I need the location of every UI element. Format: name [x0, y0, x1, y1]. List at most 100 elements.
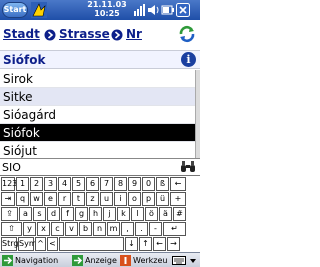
- keyboard-key[interactable]: <: [47, 237, 58, 251]
- keyboard-row: Strg Sym ^ < ↓ ↑ ← →: [0, 237, 200, 252]
- signal-icon[interactable]: [133, 3, 146, 17]
- time-label: 10:25: [94, 9, 120, 18]
- place-list: Sirok Sitke Sióagárd Siófok Siójut: [0, 70, 195, 160]
- keyboard-key[interactable]: n: [93, 222, 106, 236]
- keyboard-key[interactable]: 7: [100, 177, 113, 191]
- keyboard-key[interactable]: ^: [35, 237, 46, 251]
- keyboard-key[interactable]: ß: [156, 177, 169, 191]
- keyboard-key[interactable]: 5: [72, 177, 85, 191]
- refresh-icon[interactable]: [178, 25, 196, 43]
- keyboard-row: ⇥ q w e r t z u i o p ü +: [0, 192, 200, 207]
- start-button[interactable]: Start: [2, 2, 28, 18]
- chevron-right-icon: [44, 29, 56, 41]
- keyboard-key[interactable]: q: [16, 192, 29, 206]
- keyboard-key[interactable]: -: [149, 222, 162, 236]
- keyboard-key[interactable]: 3: [44, 177, 57, 191]
- keyboard-key[interactable]: b: [79, 222, 92, 236]
- binoculars-icon[interactable]: [180, 160, 196, 173]
- menu-anzeige[interactable]: Anzeige: [85, 253, 117, 267]
- keyboard-key[interactable]: .: [135, 222, 148, 236]
- breadcrumb-city[interactable]: Stadt: [3, 27, 40, 41]
- keyboard-icon[interactable]: [172, 255, 186, 266]
- keyboard-key[interactable]: ⇥: [1, 192, 15, 206]
- keyboard-key[interactable]: i: [114, 192, 127, 206]
- keyboard-key[interactable]: ←: [153, 237, 166, 251]
- date-label: 21.11.03: [87, 0, 127, 9]
- keyboard-key[interactable]: j: [103, 207, 116, 221]
- breadcrumb-street[interactable]: Strasse: [59, 27, 110, 41]
- battery-icon[interactable]: [161, 3, 174, 17]
- keyboard-key[interactable]: ü: [156, 192, 169, 206]
- keyboard-key[interactable]: v: [65, 222, 78, 236]
- chevron-right-icon: [111, 29, 123, 41]
- keyboard-key[interactable]: a: [19, 207, 32, 221]
- keyboard-key[interactable]: ⇧: [1, 222, 22, 236]
- keyboard-key[interactable]: Sym: [18, 237, 37, 251]
- keyboard-row: 123 1 2 3 4 5 6 7 8 9 0 ß ←: [0, 177, 200, 192]
- navigation-arrow-icon: [2, 255, 13, 266]
- soft-keyboard: 123 1 2 3 4 5 6 7 8 9 0 ß ← ⇥ q w e r t z u i o p ü + ⇪ a s d f g h j k l ö ä…: [0, 175, 200, 252]
- search-row: [0, 158, 200, 175]
- keyboard-key[interactable]: h: [89, 207, 102, 221]
- keyboard-key[interactable]: z: [86, 192, 99, 206]
- keyboard-key[interactable]: e: [44, 192, 57, 206]
- keyboard-key[interactable]: ↵: [163, 222, 186, 236]
- search-input[interactable]: [2, 160, 162, 174]
- volume-icon[interactable]: [147, 3, 160, 17]
- keyboard-key[interactable]: ⇪: [1, 207, 18, 221]
- keyboard-key[interactable]: ,: [121, 222, 134, 236]
- keyboard-key[interactable]: 123: [1, 177, 17, 191]
- keyboard-key[interactable]: +: [170, 192, 186, 206]
- keyboard-key[interactable]: o: [128, 192, 141, 206]
- keyboard-key[interactable]: ↑: [139, 237, 152, 251]
- list-item[interactable]: Sitke: [0, 88, 195, 106]
- keyboard-key[interactable]: Strg: [1, 237, 18, 251]
- keyboard-key[interactable]: c: [51, 222, 64, 236]
- display-icon: [72, 255, 83, 266]
- keyboard-key[interactable]: ↓: [125, 237, 138, 251]
- keyboard-key[interactable]: m: [107, 222, 120, 236]
- keyboard-key[interactable]: r: [58, 192, 71, 206]
- keyboard-key[interactable]: g: [75, 207, 88, 221]
- keyboard-key[interactable]: ←: [170, 177, 186, 191]
- keyboard-key[interactable]: ö: [145, 207, 158, 221]
- keyboard-key[interactable]: s: [33, 207, 46, 221]
- list-scrollbar[interactable]: [195, 70, 200, 158]
- menu-navigation[interactable]: Navigation: [15, 253, 58, 267]
- keyboard-key[interactable]: f: [61, 207, 74, 221]
- selected-place-label: Siófok: [3, 53, 46, 67]
- keyboard-key[interactable]: 4: [58, 177, 71, 191]
- keyboard-key[interactable]: x: [37, 222, 50, 236]
- close-icon[interactable]: [176, 3, 190, 17]
- list-item[interactable]: Sirok: [0, 70, 195, 88]
- keyboard-key[interactable]: p: [142, 192, 155, 206]
- keyboard-key[interactable]: 0: [142, 177, 155, 191]
- space-key[interactable]: [59, 237, 124, 251]
- keyboard-row: ⇧ y x c v b n m,. - ↵: [0, 222, 200, 237]
- keyboard-key[interactable]: 2: [30, 177, 43, 191]
- keyboard-key[interactable]: →: [167, 237, 180, 251]
- breadcrumb-number[interactable]: Nr: [126, 27, 142, 41]
- menu-bar: Navigation Anzeige Werkzeu: [0, 252, 200, 267]
- keyboard-key[interactable]: 8: [114, 177, 127, 191]
- info-icon[interactable]: i: [181, 52, 196, 67]
- keyboard-key[interactable]: #: [173, 207, 186, 221]
- keyboard-key[interactable]: ä: [159, 207, 172, 221]
- clock: 21.11.03 10:25: [84, 0, 130, 20]
- list-item-selected[interactable]: Siófok: [0, 124, 195, 142]
- input-menu-icon[interactable]: [188, 255, 198, 266]
- keyboard-key[interactable]: 6: [86, 177, 99, 191]
- keyboard-key[interactable]: y: [23, 222, 36, 236]
- keyboard-key[interactable]: w: [30, 192, 43, 206]
- list-item[interactable]: Sióagárd: [0, 106, 195, 124]
- keyboard-key[interactable]: 1: [16, 177, 29, 191]
- keyboard-key[interactable]: u: [100, 192, 113, 206]
- keyboard-key[interactable]: t: [72, 192, 85, 206]
- menu-werkzeug[interactable]: Werkzeu: [133, 253, 167, 267]
- keyboard-key[interactable]: 9: [128, 177, 141, 191]
- keyboard-key[interactable]: k: [117, 207, 130, 221]
- tools-icon: [120, 255, 131, 266]
- breadcrumb: Stadt Strasse Nr: [0, 20, 200, 50]
- keyboard-key[interactable]: d: [47, 207, 60, 221]
- keyboard-key[interactable]: l: [131, 207, 144, 221]
